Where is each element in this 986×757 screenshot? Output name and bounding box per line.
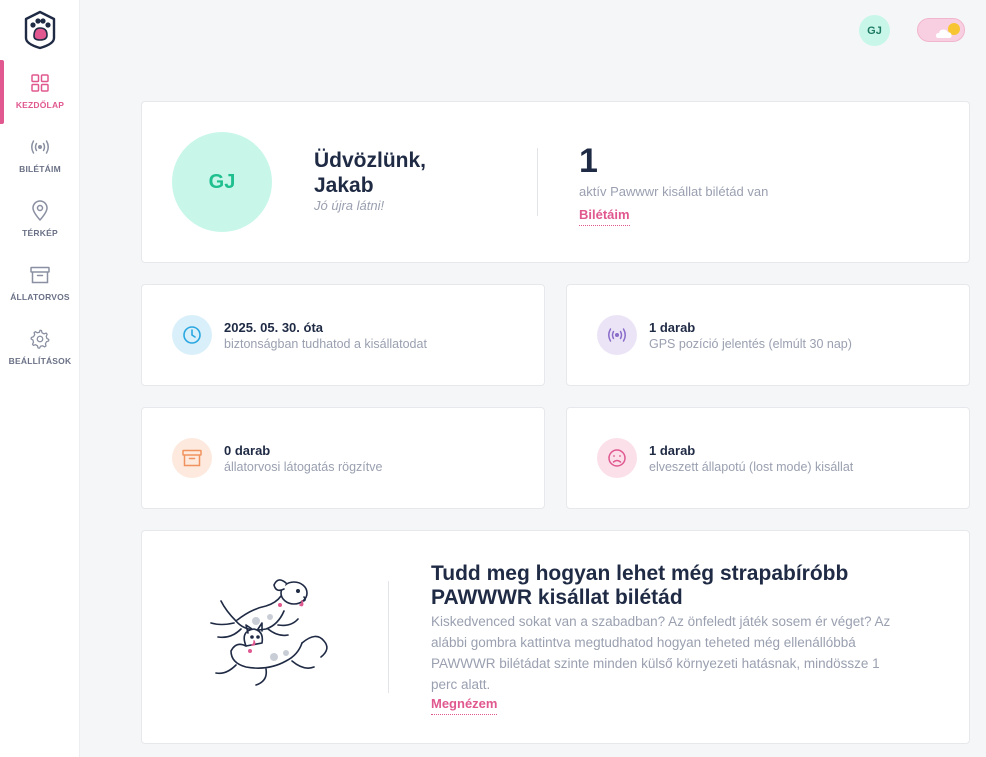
gear-icon [29,328,51,350]
my-tags-link[interactable]: Bilétáim [579,207,630,226]
map-pin-icon [29,200,51,222]
signal-broadcast-icon [597,315,637,355]
stat-description: állatorvosi látogatás rögzítve [224,460,383,474]
stat-description: elveszett állapotú (lost mode) kisállat [649,460,854,474]
theme-toggle[interactable] [917,18,965,42]
stat-description: GPS pozíció jelentés (elmúlt 30 nap) [649,337,852,351]
sun-cloud-icon [936,23,960,38]
stat-title: 2025. 05. 30. óta [224,320,324,335]
clock-icon [172,315,212,355]
stat-title: 1 darab [649,443,696,458]
sad-face-icon [597,438,637,478]
sidebar-item-label: BILÉTÁIM [19,164,61,174]
archive-box-icon [29,264,51,286]
stat-card-vet-visits: 0 darab állatorvosi látogatás rögzítve [141,407,545,509]
signal-broadcast-icon [29,136,51,158]
promo-text: Kiskedvenced sokat van a szabadban? Az ö… [431,614,891,692]
stat-card-lost-mode: 1 darab elveszett állapotú (lost mode) k… [566,407,970,509]
sidebar-item-label: BEÁLLÍTÁSOK [8,356,72,366]
sidebar-item-label: ÁLLATORVOS [10,292,70,302]
dashboard-grid-icon [29,72,51,94]
divider [388,581,389,693]
paw-logo-icon[interactable] [22,10,58,50]
promo-title: Tudd meg hogyan lehet még strapabíróbb P… [431,562,849,609]
user-avatar[interactable]: GJ [859,15,890,46]
sidebar-item-biletaim[interactable]: BILÉTÁIM [0,124,80,184]
welcome-title: Üdvözlünk, Jakab [314,149,427,197]
archive-box-icon [172,438,212,478]
promo-card: Tudd meg hogyan lehet még strapabíróbb P… [141,530,970,744]
divider [537,148,538,216]
active-tags-text: aktív Pawwwr kisállat bilétád van [579,184,769,199]
stat-title: 1 darab [649,320,696,335]
sidebar-item-allatorvos[interactable]: ÁLLATORVOS [0,252,80,312]
stat-card-safe-since: 2025. 05. 30. óta biztonságban tudhatod … [141,284,545,386]
sidebar-item-beallitasok[interactable]: BEÁLLÍTÁSOK [0,316,80,376]
sidebar-item-terkep[interactable]: TÉRKÉP [0,188,80,248]
profile-avatar: GJ [172,132,272,232]
sidebar-item-label: KEZDŐLAP [15,100,65,110]
active-tags-count: 1 [579,142,598,180]
stat-card-gps-reports: 1 darab GPS pozíció jelentés (elmúlt 30 … [566,284,970,386]
stat-description: biztonságban tudhatod a kisállatodat [224,337,427,351]
welcome-subtitle: Jó újra látni! [314,198,385,213]
sidebar: KEZDŐLAP BILÉTÁIM TÉRKÉP ÁLLATORVOS BEÁL… [0,0,80,757]
welcome-card: GJ Üdvözlünk, Jakab Jó újra látni! 1 akt… [141,101,970,263]
sidebar-item-kezdolap[interactable]: KEZDŐLAP [0,60,80,120]
learn-more-link[interactable]: Megnézem [431,696,498,715]
stat-title: 0 darab [224,443,271,458]
sidebar-item-label: TÉRKÉP [22,228,58,238]
dog-and-cat-illustration [206,571,356,696]
